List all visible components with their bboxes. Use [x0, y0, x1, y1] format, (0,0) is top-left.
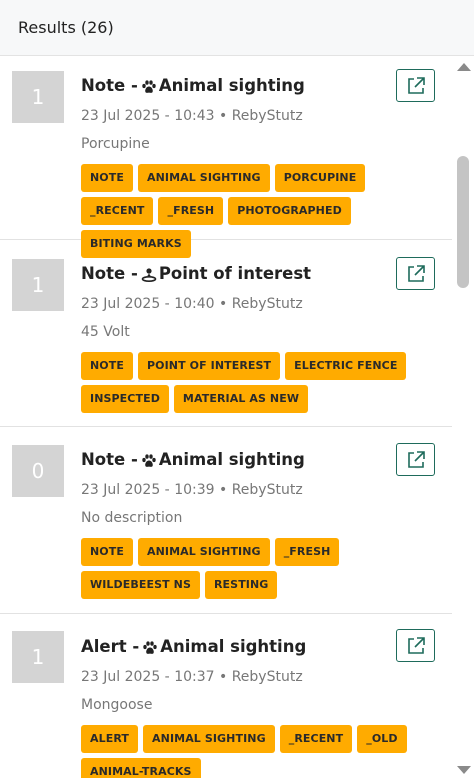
result-type: Animal sighting [158, 76, 305, 95]
result-card[interactable]: 0 Note - Animal sighting 23 Jul 2025 - 1… [0, 427, 452, 614]
tag: _OLD [357, 725, 407, 753]
paw-icon [142, 453, 156, 467]
open-external-button[interactable] [396, 257, 435, 290]
result-description: 45 Volt [81, 324, 130, 340]
tag: _RECENT [279, 725, 353, 753]
count-badge: 1 [12, 631, 64, 683]
tag: PORCUPINE [274, 164, 366, 192]
tag-list: ALERT ANIMAL SIGHTING _RECENT _OLD ANIMA… [81, 725, 441, 778]
result-meta: 23 Jul 2025 - 10:40 • RebyStutz [81, 296, 303, 312]
tag: _RECENT [81, 197, 154, 225]
external-link-icon [407, 636, 425, 654]
tag: POINT OF INTEREST [137, 352, 281, 380]
count-badge: 0 [12, 445, 64, 497]
tag: ELECTRIC FENCE [285, 352, 407, 380]
result-title: Note - Animal sighting [81, 76, 305, 95]
result-card[interactable]: 1 Alert - Animal sighting 23 Jul 2025 - … [0, 614, 452, 778]
open-external-button[interactable] [396, 443, 435, 476]
tag: _FRESH [274, 538, 340, 566]
external-link-icon [407, 264, 425, 282]
result-description: No description [81, 510, 183, 526]
result-category: Note - [81, 450, 138, 469]
open-external-button[interactable] [396, 629, 435, 662]
tag: ANIMAL-TRACKS [81, 758, 201, 778]
result-category: Note - [81, 76, 138, 95]
results-header: Results (26) [0, 0, 474, 56]
paw-icon [142, 79, 156, 93]
result-meta: 23 Jul 2025 - 10:43 • RebyStutz [81, 108, 303, 124]
count-badge: 1 [12, 259, 64, 311]
tag: ANIMAL SIGHTING [137, 538, 270, 566]
tag: NOTE [81, 538, 133, 566]
tag: _FRESH [158, 197, 224, 225]
count-badge: 1 [12, 71, 64, 123]
scrollbar[interactable] [452, 56, 474, 778]
result-type: Animal sighting [160, 637, 307, 656]
tag: WILDEBEEST NS [81, 571, 200, 599]
open-external-button[interactable] [396, 69, 435, 102]
results-count-title: Results (26) [18, 18, 114, 37]
tag: NOTE [81, 164, 133, 192]
scrollbar-thumb[interactable] [457, 156, 469, 288]
tag: ANIMAL SIGHTING [143, 725, 275, 753]
tag: ALERT [81, 725, 139, 753]
external-link-icon [407, 450, 425, 468]
result-description: Mongoose [81, 697, 153, 713]
result-description: Porcupine [81, 136, 150, 152]
result-title: Alert - Animal sighting [81, 637, 306, 656]
result-meta: 23 Jul 2025 - 10:39 • RebyStutz [81, 482, 303, 498]
tag-list: NOTE ANIMAL SIGHTING _FRESH WILDEBEEST N… [81, 538, 441, 604]
result-card[interactable]: 1 Note - Point of interest 23 Jul 2025 -… [0, 240, 452, 427]
result-type: Point of interest [158, 264, 312, 283]
result-title: Note - Animal sighting [81, 450, 305, 469]
result-card[interactable]: 1 Note - Animal sighting 23 Jul 2025 - 1… [0, 56, 452, 258]
tag-list: NOTE POINT OF INTEREST ELECTRIC FENCE IN… [81, 352, 441, 418]
result-type: Animal sighting [158, 450, 305, 469]
tag: PHOTOGRAPHED [228, 197, 351, 225]
result-category: Note - [81, 264, 138, 283]
tag: NOTE [81, 352, 133, 380]
result-category: Alert - [81, 637, 140, 656]
external-link-icon [407, 76, 425, 94]
point-of-interest-icon [141, 267, 157, 282]
tag: MATERIAL AS NEW [173, 385, 309, 413]
scroll-down-arrow-icon[interactable] [457, 766, 471, 774]
tag: INSPECTED [81, 385, 169, 413]
paw-icon [143, 640, 157, 654]
tag: ANIMAL SIGHTING [137, 164, 270, 192]
result-meta: 23 Jul 2025 - 10:37 • RebyStutz [81, 669, 303, 685]
results-list: 1 Note - Animal sighting 23 Jul 2025 - 1… [0, 56, 452, 778]
tag: RESTING [204, 571, 278, 599]
scroll-up-arrow-icon[interactable] [457, 63, 471, 71]
result-title: Note - Point of interest [81, 264, 311, 283]
